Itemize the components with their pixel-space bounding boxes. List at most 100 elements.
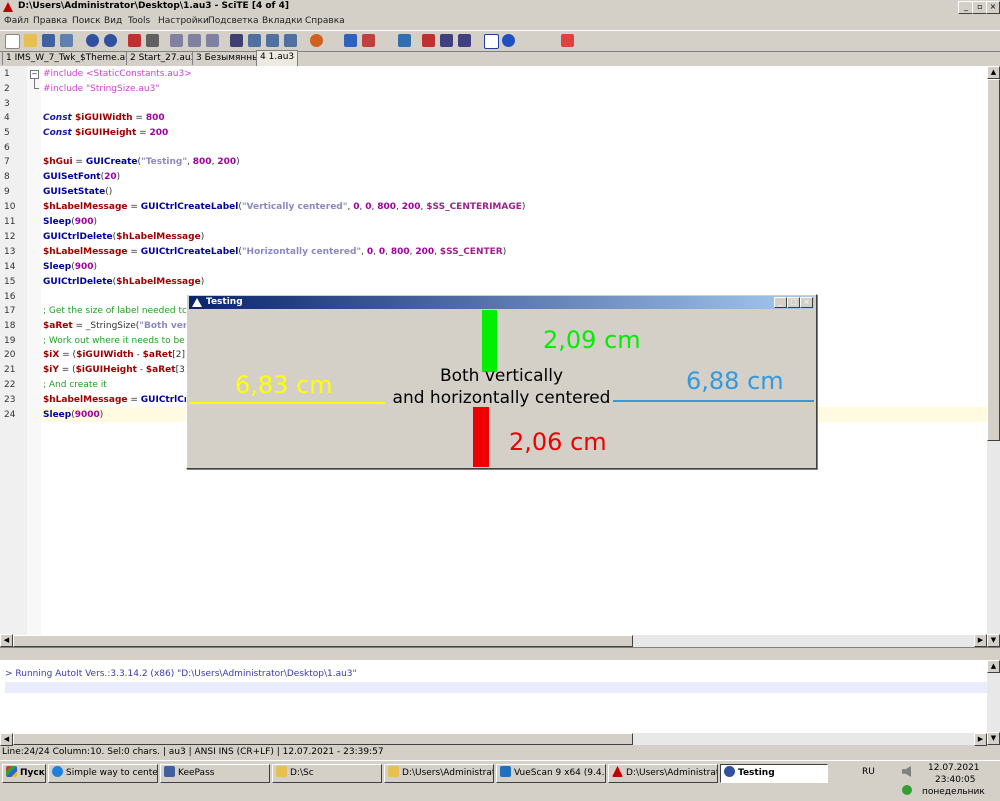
- testing-minimize-button[interactable]: _: [774, 297, 787, 308]
- task-keepass[interactable]: KeePass: [160, 764, 270, 783]
- menu-help[interactable]: Справка: [305, 16, 345, 26]
- paren: ): [502, 247, 507, 257]
- code-line-19: ; Work out where it needs to be: [43, 336, 185, 346]
- line-number: 14: [4, 262, 16, 272]
- scroll-down-arrow[interactable]: ▼: [987, 634, 1000, 647]
- save-icon[interactable]: [42, 34, 55, 47]
- cut-icon[interactable]: [128, 34, 141, 47]
- top-measure-label: 2,09 cm: [543, 326, 641, 354]
- redo-icon[interactable]: [104, 34, 117, 47]
- zoom-out-icon[interactable]: [188, 34, 201, 47]
- editor-vertical-scrollbar[interactable]: ▲ ▼: [987, 66, 1000, 647]
- centered-line-1: Both vertically: [439, 366, 564, 386]
- output-scroll-up-arrow[interactable]: ▲: [987, 660, 1000, 673]
- task-folder-sc[interactable]: D:\Sc: [272, 764, 382, 783]
- menu-edit[interactable]: Правка: [33, 16, 67, 26]
- compile-icon[interactable]: [398, 34, 411, 47]
- output-scroll-left-arrow[interactable]: ◀: [0, 733, 13, 746]
- output-horizontal-scrollbar[interactable]: ◀ ▶: [0, 733, 987, 746]
- testing-maximize-button[interactable]: □: [787, 297, 800, 308]
- task-vuescan[interactable]: VueScan 9 x64 (9.4....: [496, 764, 606, 783]
- line-number: 10: [4, 202, 16, 212]
- find-next-icon[interactable]: [248, 34, 261, 47]
- zoom-reset-icon[interactable]: [206, 34, 219, 47]
- output-pane[interactable]: > Running AutoIt Vers.:3.3.14.2 (x86) "D…: [0, 660, 995, 733]
- close-button[interactable]: ×: [986, 1, 1000, 14]
- stop-icon[interactable]: [362, 34, 375, 47]
- output-hscroll-thumb[interactable]: [13, 733, 633, 745]
- task-browser[interactable]: Simple way to center...: [48, 764, 158, 783]
- menu-view[interactable]: Вид: [104, 16, 122, 26]
- code-line-9: GUISetState(): [43, 187, 112, 197]
- folder-icon: [276, 766, 287, 777]
- find-icon[interactable]: [230, 34, 243, 47]
- variable: $aRet: [43, 321, 73, 331]
- output-scroll-right-arrow[interactable]: ▶: [974, 733, 987, 746]
- fold-margin[interactable]: −: [27, 66, 41, 635]
- security-tray-icon[interactable]: [902, 785, 912, 795]
- paren: ): [99, 410, 104, 420]
- menu-file[interactable]: Файл: [4, 16, 29, 26]
- scroll-up-arrow[interactable]: ▲: [987, 66, 1000, 79]
- function: Sleep: [43, 262, 72, 272]
- menu-highlight[interactable]: Подсветка: [208, 16, 258, 26]
- menu-tools[interactable]: Tools: [128, 16, 150, 26]
- find-in-files-icon[interactable]: [284, 34, 297, 47]
- open-folder-icon[interactable]: [24, 34, 37, 47]
- close-file-icon[interactable]: [561, 34, 574, 47]
- tab-1-au3[interactable]: 4 1.au3: [256, 50, 299, 66]
- tab-number: 4: [260, 52, 266, 62]
- menu-tabs[interactable]: Вкладки: [262, 16, 302, 26]
- fold-toggle-icon[interactable]: −: [30, 70, 39, 79]
- fullscreen-icon[interactable]: [458, 34, 471, 47]
- task-folder-admin[interactable]: D:\Users\Administrat...: [384, 764, 494, 783]
- menu-settings[interactable]: Настройки: [158, 16, 209, 26]
- print-icon[interactable]: [146, 34, 159, 47]
- bookmark-icon[interactable]: [422, 34, 435, 47]
- editor-horizontal-scrollbar[interactable]: ◀ ▶: [0, 634, 987, 647]
- tab-ims-theme[interactable]: 1 IMS_W_7_Twk_$Theme.au3: [2, 51, 141, 65]
- scroll-left-arrow[interactable]: ◀: [0, 634, 13, 647]
- line-number: 23: [4, 395, 16, 405]
- top-margin-bar: [482, 310, 497, 372]
- testing-window[interactable]: Testing _ □ × 2,09 cm 2,06 cm 6,83 cm 6,…: [186, 294, 817, 469]
- tab-start27[interactable]: 2 Start_27.au3: [126, 51, 201, 65]
- paren: ): [93, 262, 98, 272]
- variable: $hLabelMessage: [43, 202, 128, 212]
- browser-icon: [52, 766, 63, 777]
- output-vertical-scrollbar[interactable]: ▲ ▼: [987, 660, 1000, 745]
- save-all-icon[interactable]: [60, 34, 73, 47]
- zoom-in-icon[interactable]: [170, 34, 183, 47]
- line-number: 3: [4, 99, 10, 109]
- line-number: 5: [4, 128, 10, 138]
- run-icon[interactable]: [344, 34, 357, 47]
- new-file-icon[interactable]: [5, 34, 20, 49]
- operator: = (: [59, 350, 77, 360]
- help-icon[interactable]: [502, 34, 515, 47]
- hscroll-thumb[interactable]: [13, 635, 633, 647]
- number: 800: [390, 247, 410, 257]
- undo-icon[interactable]: [86, 34, 99, 47]
- task-scite[interactable]: D:\Users\Administrat...: [608, 764, 718, 783]
- scroll-right-arrow[interactable]: ▶: [974, 634, 987, 647]
- output-pane-icon[interactable]: [440, 34, 453, 47]
- scroll-thumb[interactable]: [987, 79, 1000, 441]
- paren: ): [200, 277, 205, 287]
- function: GUICtrlDelete: [43, 277, 113, 287]
- testing-close-button[interactable]: ×: [800, 297, 813, 308]
- replace-icon[interactable]: [266, 34, 279, 47]
- autoit-icon: [724, 766, 735, 777]
- menu-search[interactable]: Поиск: [72, 16, 101, 26]
- language-indicator[interactable]: RU: [862, 767, 875, 777]
- testing-title-bar[interactable]: Testing _ □ ×: [189, 296, 814, 309]
- splitter[interactable]: [0, 647, 1000, 661]
- volume-icon[interactable]: [902, 766, 911, 777]
- output-scroll-down-arrow[interactable]: ▼: [987, 732, 1000, 745]
- tab-number: 3: [196, 53, 202, 63]
- task-testing[interactable]: Testing: [720, 764, 828, 783]
- variable: $aRet: [142, 350, 173, 360]
- window-icon[interactable]: [484, 34, 499, 49]
- bug-icon[interactable]: [310, 34, 323, 47]
- taskbar: Пуск Simple way to center... KeePass D:\…: [0, 760, 1000, 801]
- start-button[interactable]: Пуск: [2, 764, 46, 783]
